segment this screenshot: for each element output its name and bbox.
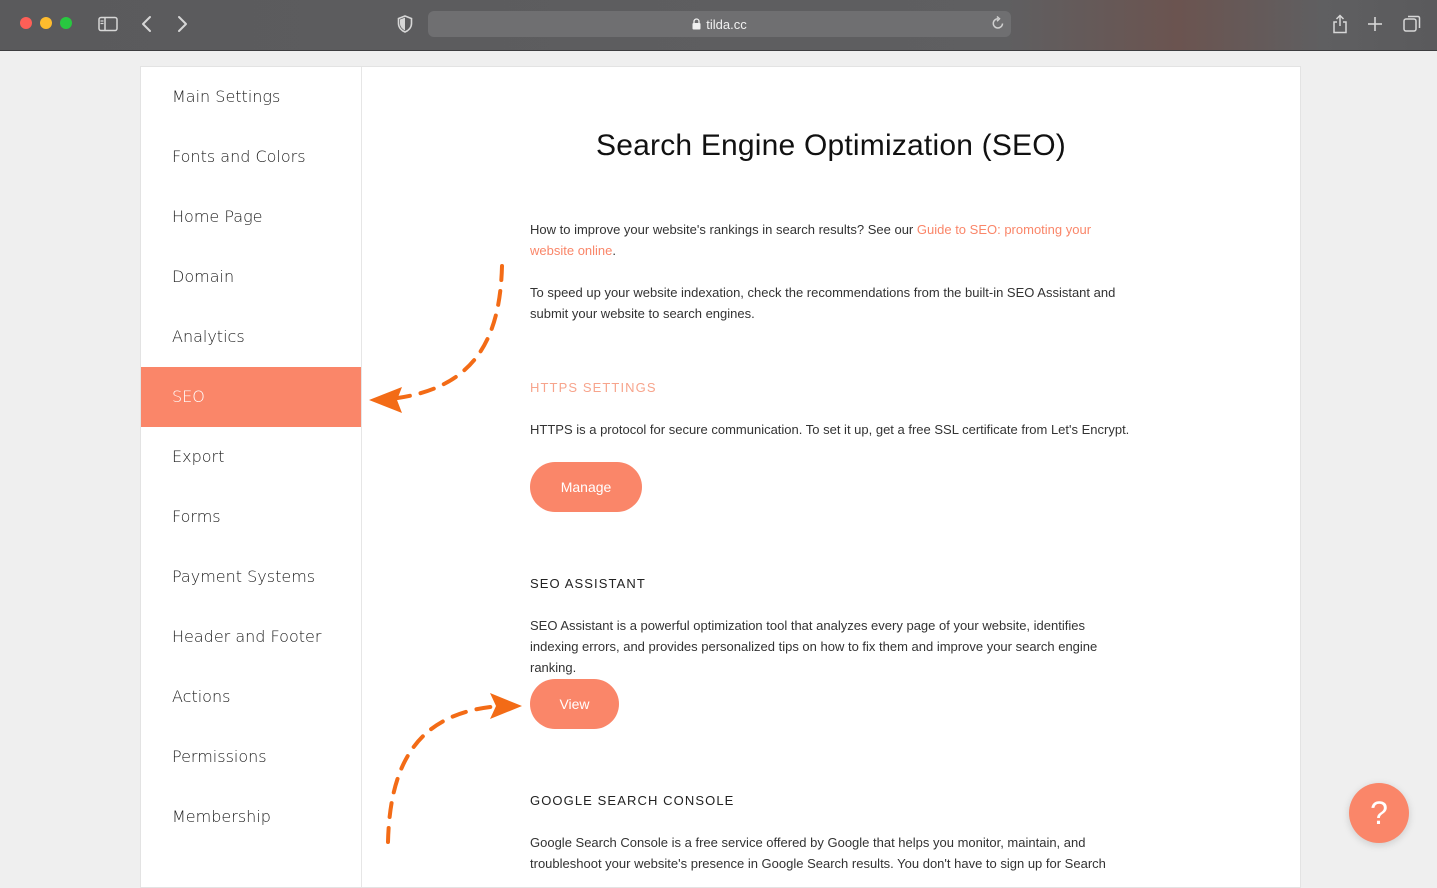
sidebar-item-domain[interactable]: Domain <box>141 247 361 307</box>
sidebar-item-fonts-and-colors[interactable]: Fonts and Colors <box>141 127 361 187</box>
view-seo-assistant-button[interactable]: View <box>530 679 619 729</box>
zoom-window-button[interactable] <box>60 17 72 29</box>
https-settings-heading: HTTPS SETTINGS <box>530 380 657 395</box>
settings-sidebar: Main Settings Fonts and Colors Home Page… <box>141 67 362 887</box>
settings-panel: Main Settings Fonts and Colors Home Page… <box>140 66 1301 888</box>
sidebar-item-seo[interactable]: SEO <box>141 367 361 427</box>
sidebar-item-membership[interactable]: Membership <box>141 787 361 847</box>
sidebar-item-permissions[interactable]: Permissions <box>141 727 361 787</box>
sidebar-item-home-page[interactable]: Home Page <box>141 187 361 247</box>
seo-assistant-description: SEO Assistant is a powerful optimization… <box>530 618 1098 675</box>
tabs-icon[interactable] <box>1400 11 1424 37</box>
indexation-paragraph: To speed up your website indexation, che… <box>530 285 1116 321</box>
intro-end: . <box>612 243 617 258</box>
url-text: tilda.cc <box>706 16 747 32</box>
seo-assistant-heading: SEO ASSISTANT <box>530 576 646 591</box>
intro-paragraph: How to improve your website's rankings i… <box>530 219 1130 261</box>
intro-text: How to improve your website's rankings i… <box>530 222 917 237</box>
seo-settings-content: Search Engine Optimization (SEO) How to … <box>362 67 1300 887</box>
reload-icon[interactable] <box>991 15 1005 34</box>
page-title: Search Engine Optimization (SEO) <box>596 129 1066 162</box>
sidebar-item-analytics[interactable]: Analytics <box>141 307 361 367</box>
lock-icon <box>692 18 701 30</box>
close-window-button[interactable] <box>20 17 32 29</box>
forward-arrow-icon[interactable] <box>172 11 192 37</box>
back-arrow-icon[interactable] <box>137 11 157 37</box>
plus-icon[interactable] <box>1364 11 1386 37</box>
sidebar-item-header-and-footer[interactable]: Header and Footer <box>141 607 361 667</box>
sidebar-item-export[interactable]: Export <box>141 427 361 487</box>
minimize-window-button[interactable] <box>40 17 52 29</box>
share-icon[interactable] <box>1329 11 1351 37</box>
sidebar-item-payment-systems[interactable]: Payment Systems <box>141 547 361 607</box>
sidebar-icon[interactable] <box>96 11 120 37</box>
shield-icon[interactable] <box>395 11 415 37</box>
sidebar-item-actions[interactable]: Actions <box>141 667 361 727</box>
browser-toolbar: tilda.cc <box>0 0 1437 51</box>
manage-https-button[interactable]: Manage <box>530 462 642 512</box>
https-description: HTTPS is a protocol for secure communica… <box>530 422 1130 437</box>
sidebar-item-main-settings[interactable]: Main Settings <box>141 67 361 127</box>
sidebar-item-forms[interactable]: Forms <box>141 487 361 547</box>
google-search-console-heading: GOOGLE SEARCH CONSOLE <box>530 793 735 808</box>
google-search-console-description: Google Search Console is a free service … <box>530 835 1106 871</box>
address-bar[interactable]: tilda.cc <box>428 11 1011 37</box>
help-button[interactable]: ? <box>1349 783 1409 843</box>
